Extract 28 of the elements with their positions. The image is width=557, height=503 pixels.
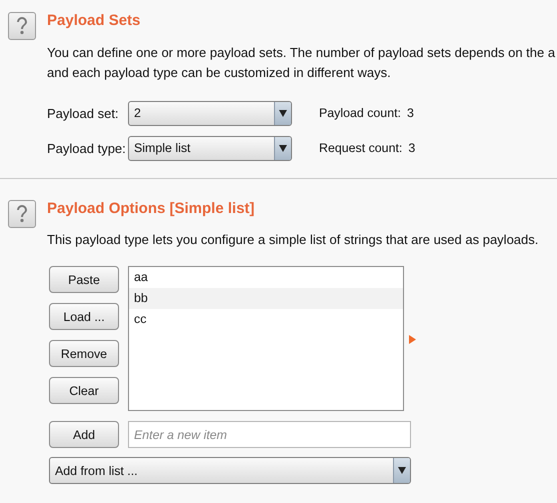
description-text: and each payload type can be customized in different ways. xyxy=(47,64,392,82)
add-from-list-dropdown[interactable]: Add from list ... xyxy=(49,457,411,484)
info-label: Request count: xyxy=(319,141,402,155)
payload-list[interactable]: aa bb cc xyxy=(128,266,404,411)
dropdown[interactable]: Simple list xyxy=(128,136,292,160)
section-title: Payload Options [Simple list] xyxy=(47,200,256,218)
add-button[interactable]: Add xyxy=(49,421,119,448)
info-value: 3 xyxy=(406,106,414,120)
expand-arrow-icon[interactable] xyxy=(409,335,416,344)
help-icon[interactable] xyxy=(8,12,36,40)
caret-icon xyxy=(398,467,406,474)
list-action-button[interactable]: Clear xyxy=(49,377,119,404)
info-value: 3 xyxy=(408,141,416,155)
caret-icon xyxy=(279,110,287,116)
description-text: This payload type lets you configure a simple list of strings that are used as payloads. xyxy=(47,231,538,249)
new-item-field[interactable]: Enter a new item xyxy=(128,421,411,448)
list-action-button[interactable]: Remove xyxy=(49,340,119,367)
description-text: You can define one or more payload sets. The number of payload sets depends on the a xyxy=(47,44,556,62)
field-label: Payload set: xyxy=(47,106,120,120)
list-action-button[interactable]: Paste xyxy=(49,266,119,293)
help-icon[interactable] xyxy=(8,200,36,228)
dropdown[interactable]: 2 xyxy=(128,100,292,126)
list-action-button[interactable]: Load ... xyxy=(49,303,119,330)
caret-icon xyxy=(279,144,287,152)
section-title: Payload Sets xyxy=(47,12,142,30)
field-label: Payload type: xyxy=(47,140,127,156)
info-label: Payload count: xyxy=(319,106,401,120)
list-item[interactable]: bb xyxy=(129,288,403,309)
